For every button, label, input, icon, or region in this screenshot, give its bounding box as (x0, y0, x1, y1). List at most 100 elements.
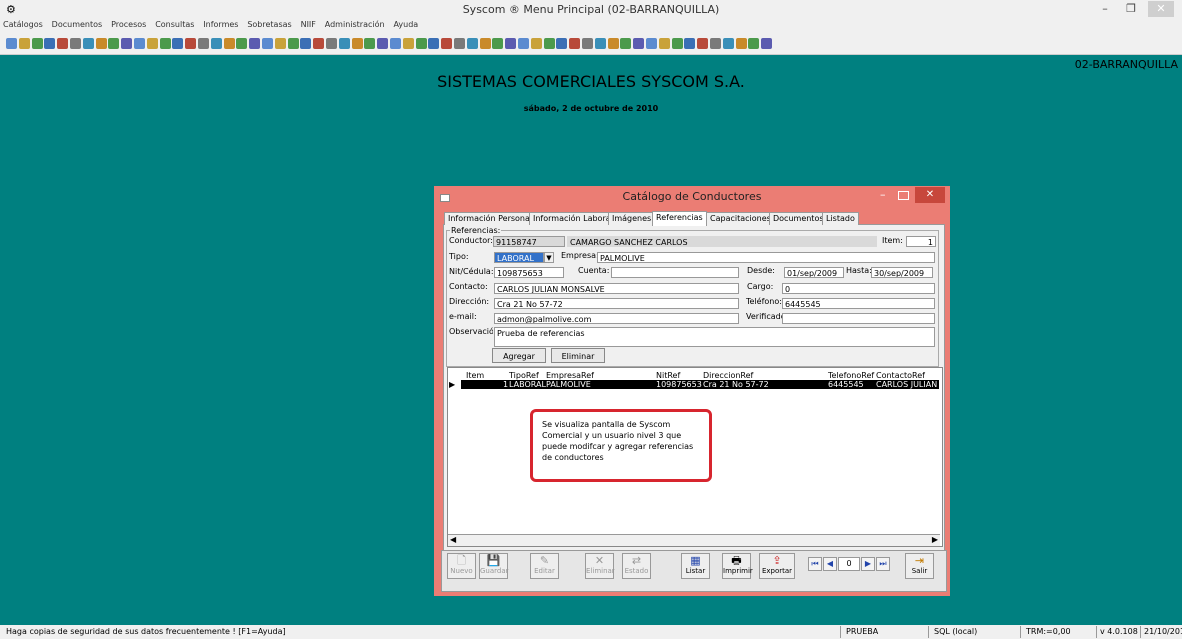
toolbar-tool-icon[interactable] (70, 38, 81, 49)
grid-header-item[interactable]: Item (466, 371, 484, 380)
toolbar-tool-icon[interactable] (633, 38, 645, 49)
record-number-field[interactable]: 0 (838, 557, 860, 571)
menu-sobretasas[interactable]: Sobretasas (244, 19, 294, 30)
toolbar-tool-icon[interactable] (518, 38, 529, 49)
grid-header-nitref[interactable]: NitRef (656, 371, 680, 380)
toolbar-tool-icon[interactable] (646, 38, 657, 49)
toolbar-tool-icon[interactable] (735, 38, 747, 49)
toolbar-tool-icon[interactable] (377, 38, 389, 49)
toolbar-tool-icon[interactable] (761, 38, 773, 49)
grid-header-empresaref[interactable]: EmpresaRef (546, 371, 594, 380)
toolbar-tool-icon[interactable] (454, 38, 465, 49)
toolbar-tool-icon[interactable] (466, 38, 478, 49)
toolbar-tool-icon[interactable] (159, 38, 171, 49)
toolbar-tool-icon[interactable] (594, 38, 606, 49)
toolbar-tool-icon[interactable] (710, 38, 721, 49)
toolbar-tool-icon[interactable] (146, 38, 158, 49)
toolbar-tool-icon[interactable] (697, 38, 709, 49)
menu-procesos[interactable]: Procesos (108, 19, 149, 30)
telefono-field[interactable]: 6445545 (782, 298, 935, 309)
toolbar-tool-icon[interactable] (18, 38, 30, 49)
restore-button[interactable]: ❐ (1118, 1, 1144, 17)
toolbar-tool-icon[interactable] (505, 38, 517, 49)
grid-header-tiporef[interactable]: TipoRef (509, 371, 539, 380)
grid-header-contactoref[interactable]: ContactoRef (876, 371, 925, 380)
scroll-right-icon[interactable]: ▶ (932, 535, 938, 544)
conductor-id-field[interactable]: 91158747 (493, 236, 565, 247)
tab-referencias[interactable]: Referencias (652, 211, 707, 226)
toolbar-tool-icon[interactable] (82, 38, 94, 49)
observacion-field[interactable]: Prueba de referencias (494, 327, 935, 347)
toolbar-tool-icon[interactable] (415, 38, 427, 49)
item-field[interactable]: 1 (906, 236, 936, 247)
toolbar-tool-icon[interactable] (262, 38, 273, 49)
grid-header-telefonoref[interactable]: TelefonoRef (828, 371, 874, 380)
toolbar-tool-icon[interactable] (274, 38, 286, 49)
toolbar-tool-icon[interactable] (185, 38, 197, 49)
toolbar-tool-icon[interactable] (287, 38, 299, 49)
guardar-button[interactable]: 💾 Guardar (479, 553, 509, 579)
toolbar-eliminar-button[interactable]: ✕ Eliminar (585, 553, 615, 579)
toolbar-tool-icon[interactable] (530, 38, 542, 49)
toolbar-tool-icon[interactable] (556, 38, 568, 49)
toolbar-tool-icon[interactable] (658, 38, 670, 49)
toolbar-tool-icon[interactable] (223, 38, 235, 49)
menu-consultas[interactable]: Consultas (152, 19, 197, 30)
menu-ayuda[interactable]: Ayuda (390, 19, 421, 30)
grid-header-direccionref[interactable]: DireccionRef (703, 371, 753, 380)
toolbar-tool-icon[interactable] (95, 38, 107, 49)
menu-niif[interactable]: NIIF (298, 19, 319, 30)
cuenta-field[interactable] (611, 267, 739, 278)
toolbar-tool-icon[interactable] (722, 38, 734, 49)
toolbar-tool-icon[interactable] (748, 38, 760, 49)
estado-button[interactable]: ⇄ Estado (622, 553, 651, 579)
toolbar-tool-icon[interactable] (351, 38, 363, 49)
toolbar-tool-icon[interactable] (428, 38, 440, 49)
menu-administracion[interactable]: Administración (322, 19, 388, 30)
menu-documentos[interactable]: Documentos (49, 19, 106, 30)
editar-button[interactable]: ✎ Editar (530, 553, 559, 579)
toolbar-tool-icon[interactable] (543, 38, 555, 49)
previous-record-button[interactable]: ◀ (823, 557, 837, 571)
toolbar-tool-icon[interactable] (582, 38, 593, 49)
toolbar-tool-icon[interactable] (684, 38, 696, 49)
grid-horizontal-scrollbar[interactable]: ◀ ▶ (448, 534, 940, 546)
empresa-field[interactable]: PALMOLIVE (597, 252, 935, 263)
desde-field[interactable]: 01/sep/2009 (784, 267, 844, 278)
chevron-down-icon[interactable]: ▼ (544, 252, 554, 263)
tab-imagenes[interactable]: Imágenes (608, 212, 656, 225)
dialog-close-icon[interactable]: ✕ (915, 187, 945, 203)
toolbar-tool-icon[interactable] (249, 38, 261, 49)
toolbar-tool-icon[interactable] (236, 38, 248, 49)
tab-capacitaciones[interactable]: Capacitaciones (706, 212, 775, 225)
toolbar-tool-icon[interactable] (134, 38, 145, 49)
toolbar-tool-icon[interactable] (402, 38, 414, 49)
contacto-field[interactable]: CARLOS JULIAN MONSALVE (494, 283, 739, 294)
hasta-field[interactable]: 30/sep/2009 (871, 267, 933, 278)
toolbar-tool-icon[interactable] (364, 38, 376, 49)
menu-catalogos[interactable]: Catálogos (0, 19, 46, 30)
nit-field[interactable]: 109875653 (494, 267, 564, 278)
agregar-button[interactable]: Agregar (492, 348, 546, 363)
toolbar-tool-icon[interactable] (492, 38, 504, 49)
last-record-button[interactable]: ⏭ (876, 557, 890, 571)
toolbar-tool-icon[interactable] (338, 38, 350, 49)
tab-informacion-laboral[interactable]: Información Laboral (529, 212, 617, 225)
listar-button[interactable]: ▦ Listar (681, 553, 710, 579)
toolbar-tool-icon[interactable] (326, 38, 337, 49)
tipo-select[interactable]: LABORAL (494, 252, 544, 263)
dialog-maximize-icon[interactable] (898, 191, 909, 200)
scroll-left-icon[interactable]: ◀ (450, 535, 456, 544)
toolbar-tool-icon[interactable] (390, 38, 401, 49)
eliminar-button[interactable]: Eliminar (551, 348, 605, 363)
toolbar-tool-icon[interactable] (620, 38, 632, 49)
email-field[interactable]: admon@palmolive.com (494, 313, 739, 324)
toolbar-tool-icon[interactable] (569, 38, 581, 49)
tab-listado[interactable]: Listado (822, 212, 859, 225)
minimize-button[interactable]: – (1092, 1, 1118, 17)
toolbar-tool-icon[interactable] (441, 38, 453, 49)
toolbar-tool-icon[interactable] (172, 38, 184, 49)
menu-informes[interactable]: Informes (200, 19, 241, 30)
toolbar-tool-icon[interactable] (607, 38, 619, 49)
tab-documentos[interactable]: Documentos (769, 212, 828, 225)
